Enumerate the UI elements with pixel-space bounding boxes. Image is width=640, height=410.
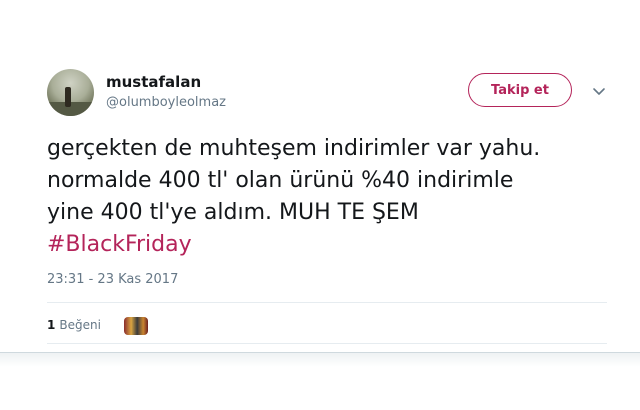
likes-link[interactable]: 1 Beğeni <box>47 318 101 332</box>
tweet-text-line: gerçekten de muhteşem indirimler var yah… <box>47 136 541 161</box>
card-bottom-shadow <box>0 353 640 367</box>
tweet-text-line: normalde 400 tl' olan ürünü %40 indiriml… <box>47 168 514 193</box>
like-count: 1 <box>47 318 56 332</box>
divider <box>47 302 607 303</box>
like-label: Beğeni <box>59 318 101 332</box>
divider <box>47 343 607 344</box>
user-display-name[interactable]: mustafalan <box>106 73 201 91</box>
hashtag-link[interactable]: #BlackFriday <box>47 232 192 257</box>
liker-avatar[interactable] <box>124 317 148 335</box>
tweet-timestamp[interactable]: 23:31 - 23 Kas 2017 <box>47 272 178 287</box>
tweet-text: gerçekten de muhteşem indirimler var yah… <box>47 133 607 261</box>
follow-button[interactable]: Takip et <box>468 73 572 107</box>
user-avatar[interactable] <box>47 69 94 116</box>
chevron-down-icon[interactable] <box>589 84 609 100</box>
tweet-text-line: yine 400 tl'ye aldım. MUH TE ŞEM <box>47 200 419 225</box>
user-handle[interactable]: @olumboyleolmaz <box>106 95 226 110</box>
avatar-figure <box>65 87 71 107</box>
tweet-card: mustafalan @olumboyleolmaz Takip et gerç… <box>0 0 640 410</box>
